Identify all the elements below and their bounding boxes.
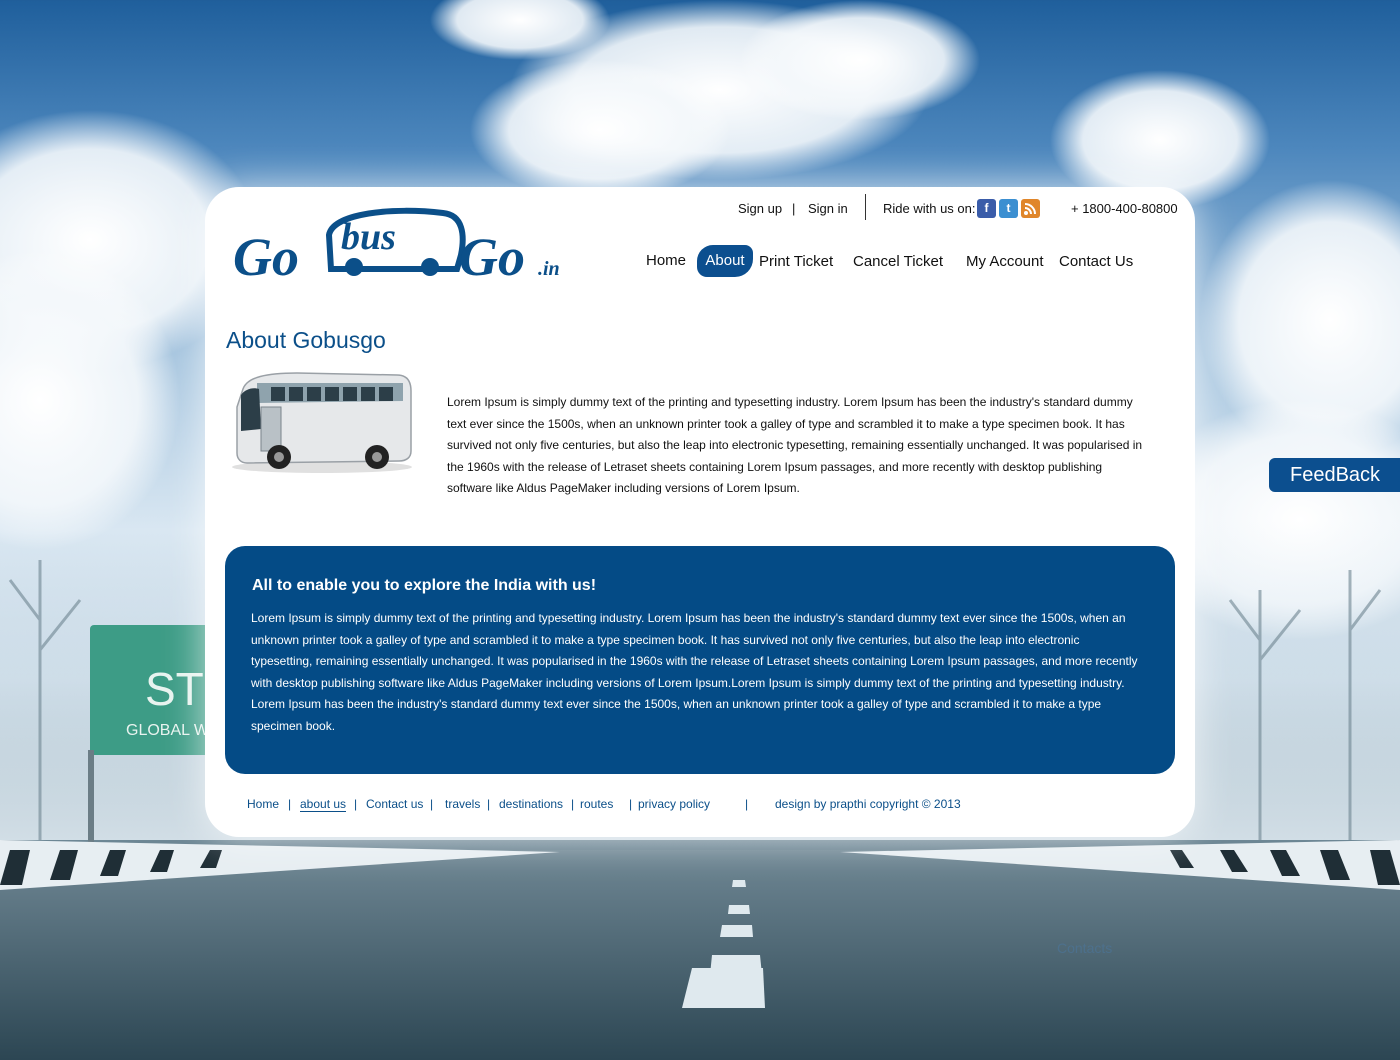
footer-link-travels[interactable]: travels	[445, 797, 480, 811]
nav-about[interactable]: About	[697, 245, 753, 277]
nav-my-account[interactable]: My Account	[966, 253, 1044, 270]
logo-go-right: Go	[459, 227, 525, 281]
footer-credit: design by prapthi copyright © 2013	[775, 797, 961, 811]
facebook-icon[interactable]: f	[977, 199, 996, 218]
logo-suffix: .in	[538, 258, 560, 280]
nav-contact-us[interactable]: Contact Us	[1059, 253, 1133, 270]
footer-separator: |	[629, 797, 633, 811]
footer-link-about-us[interactable]: about us	[300, 797, 347, 812]
footer-link-home[interactable]: Home	[247, 797, 279, 811]
signin-link[interactable]: Sign in	[808, 201, 848, 216]
footer-separator: |	[571, 797, 575, 811]
explore-panel: All to enable you to explore the India w…	[225, 546, 1175, 774]
footer-separator: |	[354, 797, 358, 811]
phone-number: + 1800-400-80800	[1071, 201, 1178, 216]
background-faint-text: Contacts	[1057, 940, 1113, 956]
sign-text-2: GLOBAL W	[126, 722, 210, 739]
footer-separator: |	[487, 797, 491, 811]
site-logo[interactable]: Go bus Go .in	[233, 199, 578, 281]
footer-link-privacy-policy[interactable]: privacy policy	[638, 797, 710, 811]
twitter-icon[interactable]: t	[999, 199, 1018, 218]
logo-bus: bus	[341, 216, 396, 258]
footer-separator: |	[745, 797, 749, 811]
footer-separator: |	[288, 797, 292, 811]
page-title: About Gobusgo	[226, 327, 386, 353]
signup-link[interactable]: Sign up	[738, 201, 782, 216]
intro-paragraph: Lorem Ipsum is simply dummy text of the …	[447, 395, 1143, 495]
topbar-divider	[865, 194, 866, 220]
footer-link-contact-us[interactable]: Contact us	[366, 797, 423, 811]
logo-go-left: Go	[233, 227, 299, 281]
bus-image	[232, 372, 412, 473]
main-card: Go bus Go .in Sign up | Sign in Ride wit…	[205, 187, 1195, 837]
explore-heading: All to enable you to explore the India w…	[252, 577, 597, 594]
nav-print-ticket[interactable]: Print Ticket	[759, 253, 833, 270]
footer-link-destinations[interactable]: destinations	[499, 797, 563, 811]
rss-icon[interactable]	[1021, 199, 1040, 218]
topbar-separator: |	[792, 201, 796, 216]
feedback-tab[interactable]: FeedBack	[1269, 458, 1400, 492]
footer-link-routes[interactable]: routes	[580, 797, 613, 811]
nav-cancel-ticket[interactable]: Cancel Ticket	[853, 253, 943, 270]
nav-home[interactable]: Home	[646, 252, 686, 269]
ride-with-us-label: Ride with us on:	[883, 201, 976, 216]
explore-paragraph: Lorem Ipsum is simply dummy text of the …	[251, 611, 1138, 733]
footer-separator: |	[430, 797, 434, 811]
